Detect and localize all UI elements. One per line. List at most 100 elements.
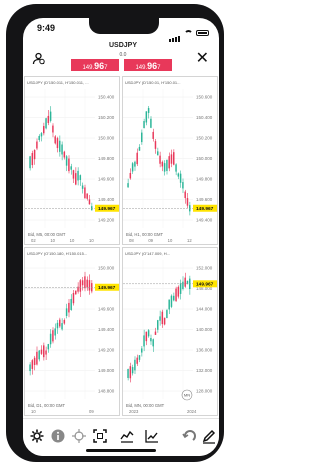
candle-up — [40, 133, 43, 137]
trade-header: USDJPY 0.0 149.967 149.967 ✕ — [23, 40, 219, 74]
candle-down — [161, 311, 164, 325]
time-axis-label: 09 — [148, 238, 153, 243]
candle-up — [141, 132, 143, 143]
candle-up — [166, 159, 168, 171]
phone-frame: 9:49 USDJPY 0.0 149.967 149.967 ✕ USDJPY… — [6, 4, 224, 462]
candle-down — [136, 357, 138, 364]
candle-up — [38, 135, 40, 140]
price-axis-label: 150.000 — [98, 136, 115, 141]
candle-up — [179, 283, 182, 294]
candle-down — [184, 191, 186, 199]
candle-up — [49, 111, 52, 121]
buy-price-button[interactable]: 149.967 — [124, 59, 172, 71]
candle-up — [65, 156, 68, 166]
candle-down — [173, 152, 175, 165]
candle-up — [61, 323, 63, 330]
candle-up — [134, 161, 136, 167]
candle-down — [145, 331, 148, 342]
sell-price-button[interactable]: 149.967 — [71, 59, 119, 71]
candle-up — [157, 151, 159, 156]
candle-down — [33, 357, 36, 365]
candle-up — [59, 140, 61, 152]
candle-down — [36, 351, 38, 365]
chart-panel-d1[interactable]: USDJPY (O'150.180, H'150.015... 150.000 14… — [24, 247, 120, 416]
price-axis-label: 150.000 — [196, 156, 213, 161]
chart-panel-m5[interactable]: USDJPY (D'150.011, H'150.011, ... 150.400… — [24, 76, 120, 245]
crosshair-icon[interactable] — [71, 428, 87, 444]
candle-up — [127, 369, 129, 378]
price-axis-label: 149.600 — [98, 177, 115, 182]
candle-down — [45, 350, 47, 355]
price-axis-label: 149.400 — [98, 197, 115, 202]
candle-up — [65, 308, 68, 316]
candle-down — [129, 366, 132, 379]
info-icon[interactable] — [50, 428, 66, 444]
candle-down — [177, 286, 180, 297]
chart-svg[interactable]: USDJPY (O'150.180, H'150.015... 150.000 14… — [25, 248, 120, 416]
sell-price-prefix: 149. — [82, 65, 95, 71]
current-price-text: 149.967 — [196, 282, 214, 288]
home-indicator — [86, 449, 156, 452]
price-axis-label: 150.600 — [196, 95, 213, 100]
indicators-icon[interactable] — [119, 428, 135, 444]
time-axis-label: 2024 — [187, 409, 197, 414]
buy-price-suffix: 7 — [157, 65, 161, 71]
candle-down — [72, 292, 75, 304]
chart-svg[interactable]: USDJPY (O'147.009, H...152.000148.000144… — [123, 248, 218, 416]
candle-down — [43, 345, 45, 358]
candle-up — [150, 118, 152, 128]
candle-down — [43, 126, 45, 134]
chart-panel-h1[interactable]: USDJPY (D'150.01, H'150.01... 150.600 150.… — [122, 76, 218, 245]
candle-down — [59, 319, 61, 327]
time-axis-label: 09 — [89, 409, 94, 414]
candle-up — [79, 175, 82, 180]
candle-up — [38, 350, 40, 360]
candle-down — [136, 152, 138, 165]
chart-svg[interactable]: USDJPY (D'150.01, H'150.01... 150.600 150.… — [123, 77, 218, 245]
candle-down — [54, 136, 56, 144]
chart-svg[interactable]: USDJPY (D'150.011, H'150.011, ... 150.400… — [25, 77, 120, 245]
price-axis-label: 149.800 — [196, 177, 213, 182]
candle-down — [47, 115, 50, 123]
candle-up — [157, 320, 159, 330]
candle-up — [177, 173, 180, 177]
candle-down — [86, 279, 88, 288]
undo-icon[interactable] — [181, 428, 197, 444]
candle-up — [179, 173, 182, 183]
candle-up — [163, 163, 166, 172]
candle-down — [56, 138, 59, 149]
fullscreen-icon[interactable] — [92, 428, 108, 444]
time-axis-label: 10 — [50, 238, 55, 243]
candle-up — [131, 163, 134, 172]
candle-down — [79, 280, 82, 292]
chart-footer-text: Bid, H1, 00:00 GMT — [126, 232, 163, 237]
time-axis-label: 10 — [89, 238, 94, 243]
status-time: 9:49 — [37, 23, 56, 33]
time-axis-label: 2023 — [129, 409, 139, 414]
candle-up — [175, 164, 177, 172]
timeframe-badge-text: MN — [184, 393, 190, 398]
chart-panel-mn[interactable]: USDJPY (O'147.009, H... 152.000 148.000 144… — [122, 247, 218, 416]
candle-down — [31, 360, 34, 369]
chart-type-icon[interactable] — [144, 428, 160, 444]
candle-down — [84, 276, 86, 289]
symbol-title[interactable]: USDJPY — [83, 42, 163, 49]
candle-down — [75, 173, 77, 185]
candle-up — [54, 328, 56, 336]
candle-up — [168, 299, 170, 310]
price-axis-label: 152.000 — [196, 266, 213, 271]
gear-icon[interactable] — [29, 428, 45, 444]
candle-up — [47, 344, 50, 350]
candle-up — [166, 310, 168, 319]
candle-down — [161, 161, 164, 167]
candle-up — [77, 170, 79, 181]
candle-up — [173, 295, 175, 301]
candle-down — [31, 153, 34, 166]
close-icon[interactable]: ✕ — [196, 50, 209, 66]
time-axis-label: 02 — [31, 238, 36, 243]
chart-header-text: USDJPY (D'150.011, H'150.011, ... — [27, 80, 89, 85]
account-settings-icon[interactable] — [32, 52, 45, 65]
chart-footer-text: Bid, D1, 00:00 GMT — [28, 403, 65, 408]
draw-icon[interactable] — [201, 428, 217, 444]
candle-down — [75, 290, 77, 295]
